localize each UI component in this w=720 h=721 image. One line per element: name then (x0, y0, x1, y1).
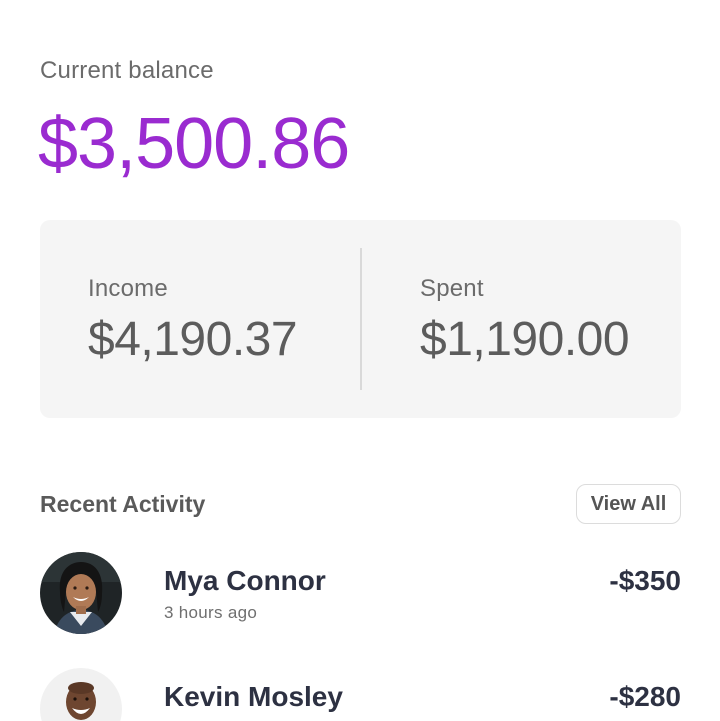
stats-divider (360, 248, 362, 390)
spent-stat: Spent $1,190.00 (420, 275, 630, 367)
spent-label: Spent (420, 275, 484, 302)
activity-name: Kevin Mosley (164, 681, 343, 712)
avatar (40, 552, 122, 634)
income-value: $4,190.37 (88, 313, 298, 366)
activity-amount: -$350 (609, 565, 681, 596)
spent-value: $1,190.00 (420, 313, 630, 366)
income-label: Income (88, 275, 168, 302)
current-balance-amount: $3,500.86 (38, 104, 350, 184)
activity-item[interactable]: Mya Connor 3 hours ago -$350 (40, 552, 681, 634)
activity-amount: -$280 (609, 681, 681, 712)
avatar-photo-icon (40, 552, 122, 634)
activity-name: Mya Connor (164, 565, 326, 596)
avatar (40, 668, 122, 721)
balance-screen: Current balance $3,500.86 Income $4,190.… (0, 0, 720, 721)
avatar-photo-icon (40, 668, 122, 721)
current-balance-label: Current balance (40, 57, 214, 84)
income-spent-card: Income $4,190.37 Spent $1,190.00 (40, 220, 681, 418)
income-stat: Income $4,190.37 (88, 275, 298, 367)
view-all-button[interactable]: View All (576, 484, 681, 524)
activity-item[interactable]: Kevin Mosley -$280 (40, 668, 681, 721)
activity-time: 3 hours ago (164, 603, 258, 622)
recent-activity-heading: Recent Activity (40, 491, 206, 517)
